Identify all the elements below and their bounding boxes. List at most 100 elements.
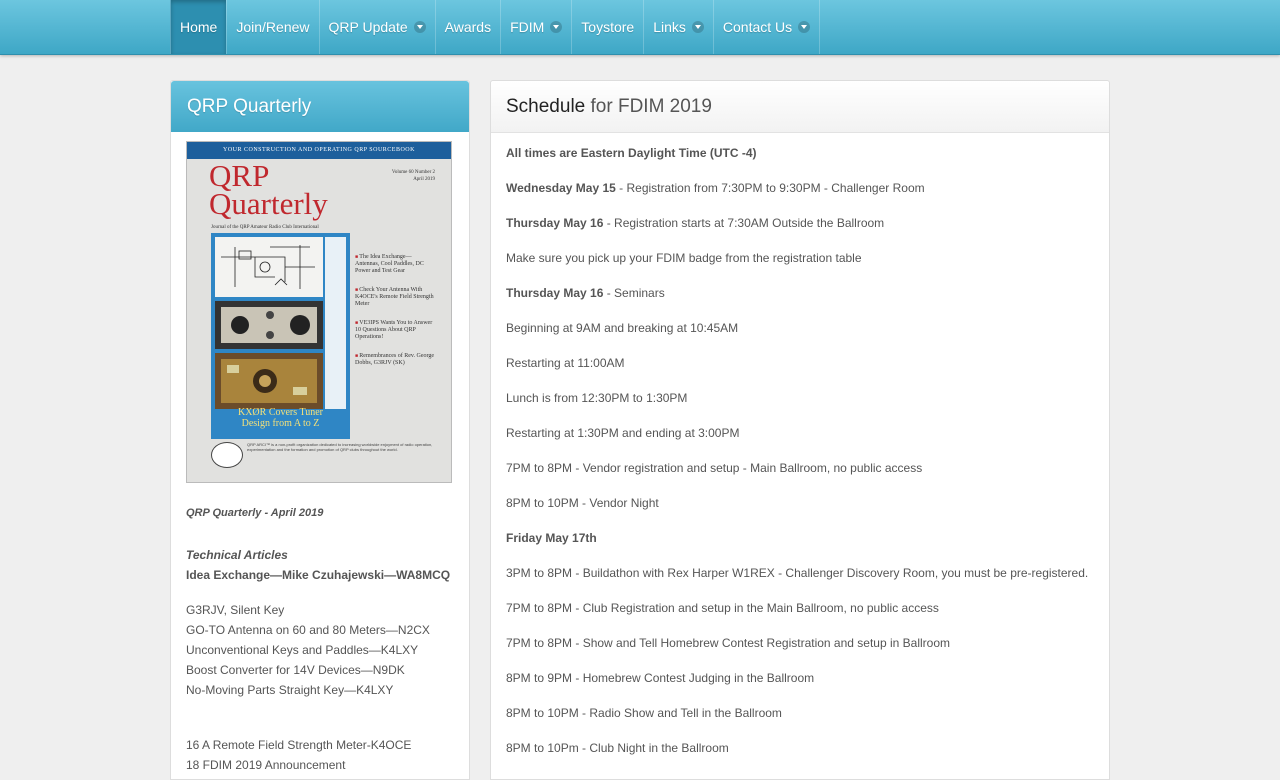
schedule-line-text: 8PM to 10PM - Vendor Night bbox=[506, 496, 659, 510]
schematic-drawing bbox=[221, 245, 315, 289]
chevron-down-icon bbox=[798, 21, 811, 33]
radio-photo bbox=[215, 301, 323, 349]
cover-bullet: Check Your Antenna With K4OCE's Remote F… bbox=[355, 287, 435, 308]
nav-qrp-update[interactable]: QRP Update bbox=[318, 0, 435, 54]
schedule-line-bold: Thursday May 16 bbox=[506, 286, 604, 300]
article-item: No-Moving Parts Straight Key—K4LXY bbox=[186, 683, 394, 697]
schedule-line: 8PM to 9PM - Homebrew Contest Judging in… bbox=[506, 668, 1094, 688]
schedule-line-text: 7PM to 8PM - Show and Tell Homebrew Cont… bbox=[506, 636, 950, 650]
cover-subtitle: Journal of the QRP Amateur Radio Club In… bbox=[211, 225, 319, 230]
schedule-line: Restarting at 11:00AM bbox=[506, 353, 1094, 373]
nav-fdim-label: FDIM bbox=[510, 19, 545, 35]
chevron-down-icon bbox=[691, 21, 704, 33]
cover-volume-number: Volume 60 Number 2 bbox=[391, 170, 435, 175]
schedule-line-text: Lunch is from 12:30PM to 1:30PM bbox=[506, 391, 688, 405]
schedule-line-text: - Registration from 7:30PM to 9:30PM - C… bbox=[615, 181, 925, 195]
page-item: 18 FDIM 2019 Announcement bbox=[186, 758, 346, 772]
schedule-panel: Schedule for FDIM 2019 All times are Eas… bbox=[490, 80, 1110, 780]
cover-caption-line1: KXØR Covers Tuner bbox=[237, 407, 323, 418]
schedule-line-text: Restarting at 11:00AM bbox=[506, 356, 625, 370]
technical-articles-heading: Technical Articles bbox=[186, 548, 288, 562]
nav-qrp-update-label: QRP Update bbox=[328, 19, 408, 35]
nav-home-label: Home bbox=[180, 19, 218, 35]
cover-date: April 2019 bbox=[413, 177, 435, 182]
nav-awards-label: Awards bbox=[444, 19, 492, 35]
chevron-down-icon bbox=[413, 21, 426, 33]
qrp-arci-seal-icon bbox=[211, 442, 243, 468]
nav-home[interactable]: Home bbox=[170, 0, 227, 54]
page-title-light: for FDIM 2019 bbox=[585, 96, 712, 117]
schedule-line: Wednesday May 15 - Registration from 7:3… bbox=[506, 178, 1094, 198]
sidebar-body: QRP Quarterly - April 2019 Technical Art… bbox=[186, 503, 461, 775]
page-item: 16 A Remote Field Strength Meter-K4OCE bbox=[186, 738, 412, 752]
nav-join-renew[interactable]: Join/Renew bbox=[226, 0, 318, 54]
nav-links-label: Links bbox=[653, 19, 686, 35]
schedule-line: 8PM to 10PM - Radio Show and Tell in the… bbox=[506, 703, 1094, 723]
schedule-line: 7PM to 8PM - Vendor registration and set… bbox=[506, 458, 1094, 478]
schedule-line: 7PM to 8PM - Show and Tell Homebrew Cont… bbox=[506, 633, 1094, 653]
schematic-image bbox=[215, 237, 323, 297]
radio-drawing bbox=[221, 307, 317, 343]
cover-bullet: Remembrances of Rev. George Dobbs, G3RJV… bbox=[355, 353, 435, 367]
schedule-line: Restarting at 1:30PM and ending at 3:00P… bbox=[506, 423, 1094, 443]
schedule-line-text: 7PM to 8PM - Vendor registration and set… bbox=[506, 461, 923, 475]
schedule-line-bold: Thursday May 16 bbox=[506, 216, 604, 230]
cover-caption-line2: Design from A to Z bbox=[241, 418, 320, 429]
schedule-line-bold: Wednesday May 15 bbox=[506, 181, 616, 195]
schedule-list: All times are Eastern Daylight Time (UTC… bbox=[491, 133, 1109, 758]
schedule-line-text: 8PM to 10PM - Radio Show and Tell in the… bbox=[506, 706, 782, 720]
nav-toystore[interactable]: Toystore bbox=[571, 0, 643, 54]
cover-caption: KXØR Covers Tuner Design from A to Z bbox=[211, 407, 350, 429]
cover-bullets: The Idea Exchange—Antennas, Cool Paddles… bbox=[355, 254, 435, 379]
page-title-strong: Schedule bbox=[506, 96, 586, 117]
circuit-board-photo bbox=[215, 353, 323, 409]
cover-footer-text: QRP ARCI™ is a non-profit organization d… bbox=[247, 442, 433, 452]
nav-fdim[interactable]: FDIM bbox=[500, 0, 571, 54]
cover-bullet: The Idea Exchange—Antennas, Cool Paddles… bbox=[355, 254, 435, 275]
article-item: GO-TO Antenna on 60 and 80 Meters—N2CX bbox=[186, 623, 430, 637]
nav-links[interactable]: Links bbox=[643, 0, 713, 54]
schedule-line-text: 3PM to 8PM - Buildathon with Rex Harper … bbox=[506, 566, 1089, 580]
nav-join-renew-label: Join/Renew bbox=[236, 19, 310, 35]
cover-photo: KXØR Covers Tuner Design from A to Z bbox=[211, 233, 350, 439]
schedule-line: 3PM to 8PM - Buildathon with Rex Harper … bbox=[506, 563, 1094, 583]
nav-awards[interactable]: Awards bbox=[434, 0, 500, 54]
schedule-line: Make sure you pick up your FDIM badge fr… bbox=[506, 248, 1094, 268]
nav-contact-us-label: Contact Us bbox=[722, 19, 793, 35]
schedule-line-bold: Friday May 17th bbox=[506, 531, 597, 545]
article-item: Unconventional Keys and Paddles—K4LXY bbox=[186, 643, 419, 657]
schedule-line: Friday May 17th bbox=[506, 528, 1094, 548]
schedule-line: Beginning at 9AM and breaking at 10:45AM bbox=[506, 318, 1094, 338]
nav-contact-us[interactable]: Contact Us bbox=[712, 0, 821, 54]
schedule-line: 8PM to 10PM - Vendor Night bbox=[506, 493, 1094, 513]
issue-label: QRP Quarterly - April 2019 bbox=[186, 507, 324, 519]
page-title: Schedule for FDIM 2019 bbox=[491, 81, 1109, 133]
schedule-line-text: 8PM to 10Pm - Club Night in the Ballroom bbox=[506, 741, 729, 755]
cover-bullets-bg bbox=[325, 237, 346, 409]
schedule-line: All times are Eastern Daylight Time (UTC… bbox=[506, 143, 1094, 163]
article-lead: Idea Exchange—Mike Czuhajewski—WA8MCQ bbox=[186, 568, 451, 582]
board-drawing bbox=[221, 359, 317, 403]
sidebar-title: QRP Quarterly bbox=[171, 81, 469, 132]
main-nav: Home Join/Renew QRP Update Awards FDIM T… bbox=[170, 0, 821, 54]
schedule-line-text: - Seminars bbox=[603, 286, 665, 300]
top-navbar: Home Join/Renew QRP Update Awards FDIM T… bbox=[0, 0, 1280, 55]
cover-footer: QRP ARCI™ is a non-profit organization d… bbox=[211, 442, 435, 472]
schedule-line: Lunch is from 12:30PM to 1:30PM bbox=[506, 388, 1094, 408]
schedule-line-text: Beginning at 9AM and breaking at 10:45AM bbox=[506, 321, 739, 335]
schedule-line: 8PM to 10Pm - Club Night in the Ballroom bbox=[506, 738, 1094, 758]
magazine-cover-image[interactable]: YOUR CONSTRUCTION AND OPERATING QRP SOUR… bbox=[186, 141, 452, 483]
schedule-line-text: - Registration starts at 7:30AM Outside … bbox=[603, 216, 885, 230]
cover-band: YOUR CONSTRUCTION AND OPERATING QRP SOUR… bbox=[187, 142, 451, 159]
schedule-line: 7PM to 8PM - Club Registration and setup… bbox=[506, 598, 1094, 618]
schedule-line: Thursday May 16 - Registration starts at… bbox=[506, 213, 1094, 233]
schedule-line-text: 8PM to 9PM - Homebrew Contest Judging in… bbox=[506, 671, 815, 685]
nav-toystore-label: Toystore bbox=[581, 19, 635, 35]
cover-title-line2: Quarterly bbox=[209, 186, 328, 221]
schedule-line-bold: All times are Eastern Daylight Time (UTC… bbox=[506, 146, 757, 160]
schedule-line-text: 7PM to 8PM - Club Registration and setup… bbox=[506, 601, 939, 615]
schedule-line: Thursday May 16 - Seminars bbox=[506, 283, 1094, 303]
cover-bullet: VE3IPS Wants You to Answer 10 Questions … bbox=[355, 320, 435, 341]
schedule-line-text: Make sure you pick up your FDIM badge fr… bbox=[506, 251, 862, 265]
